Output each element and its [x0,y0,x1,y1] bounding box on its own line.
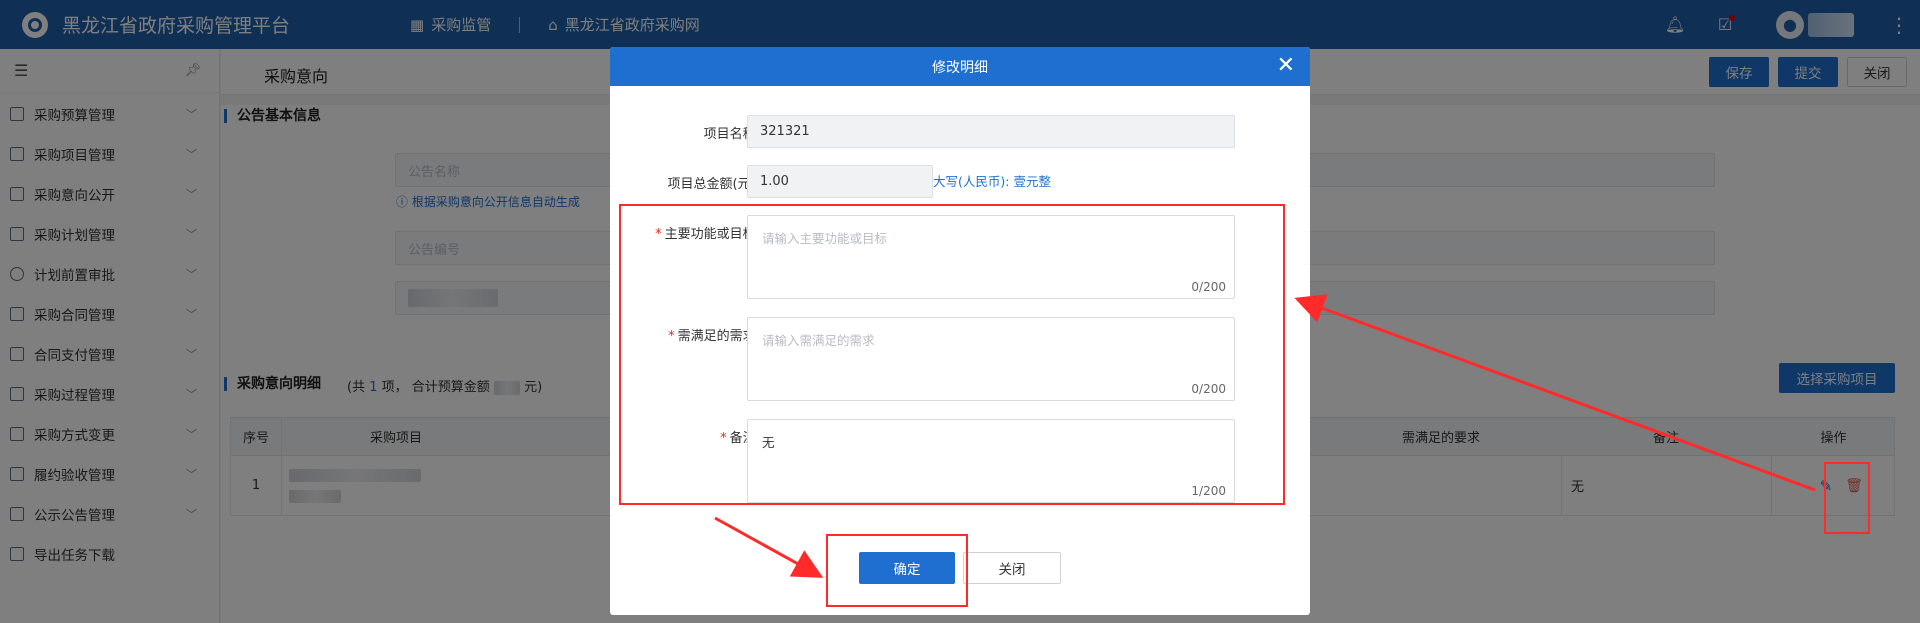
arrow-to-confirm [714,516,824,578]
arrow-to-form [1294,294,1816,492]
annotation-arrows [714,294,1816,578]
